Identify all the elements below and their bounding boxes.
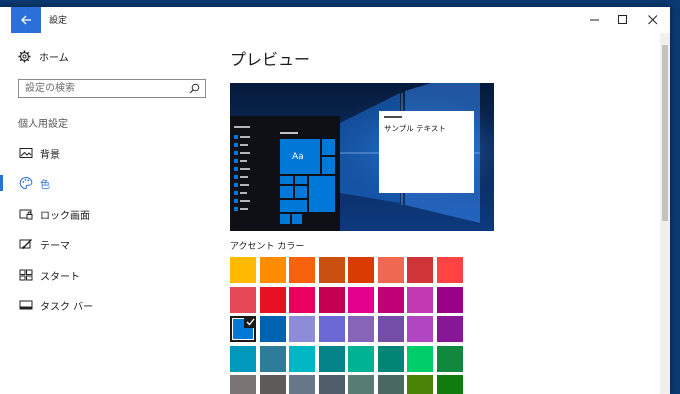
- theme-brush-icon: [19, 239, 32, 250]
- sidebar-item-label: タスク バー: [40, 302, 94, 313]
- color-swatch[interactable]: [289, 257, 315, 283]
- color-swatch[interactable]: [230, 286, 256, 313]
- color-swatch[interactable]: [259, 257, 286, 283]
- color-swatch[interactable]: [407, 375, 433, 394]
- color-swatch[interactable]: [259, 375, 286, 394]
- sidebar-item-colors[interactable]: 色: [0, 171, 215, 195]
- color-swatch[interactable]: [407, 257, 433, 283]
- color-swatch[interactable]: [318, 257, 345, 283]
- color-swatch[interactable]: [230, 316, 256, 342]
- accent-swatch-grid: [230, 257, 463, 394]
- color-swatch[interactable]: [377, 316, 404, 342]
- gear-icon: [18, 50, 31, 63]
- accent-color-label: アクセント カラー: [230, 242, 305, 252]
- color-swatch[interactable]: [348, 257, 374, 283]
- color-swatch[interactable]: [377, 375, 404, 394]
- palette-icon: [19, 176, 33, 190]
- color-swatch[interactable]: [259, 316, 286, 342]
- color-swatch[interactable]: [407, 286, 433, 313]
- color-swatch[interactable]: [436, 345, 463, 372]
- sidebar-item-label: ロック画面: [40, 211, 90, 222]
- sidebar-item-label: スタート: [40, 272, 80, 283]
- scrollbar-thumb[interactable]: [662, 45, 668, 221]
- sidebar-item-taskbar[interactable]: タスク バー: [0, 293, 215, 317]
- window-title: 設定: [49, 16, 68, 26]
- sidebar-item-background[interactable]: 背景: [0, 141, 215, 165]
- sidebar-item-lock-screen[interactable]: ロック画面: [0, 202, 215, 226]
- sidebar-item-start[interactable]: スタート: [0, 263, 215, 287]
- color-swatch[interactable]: [436, 257, 463, 283]
- color-swatch[interactable]: [259, 345, 286, 372]
- close-button[interactable]: [636, 7, 670, 33]
- minimize-icon: [590, 19, 599, 21]
- home-label: ホーム: [39, 53, 69, 64]
- color-swatch[interactable]: [230, 345, 256, 372]
- color-swatch[interactable]: [377, 286, 404, 313]
- sidebar-item-label: 色: [40, 180, 50, 191]
- sidebar-item-label: 背景: [40, 150, 60, 161]
- color-swatch[interactable]: [348, 316, 374, 342]
- color-swatch[interactable]: [318, 375, 345, 394]
- color-swatch[interactable]: [377, 345, 404, 372]
- lock-screen-icon: [19, 209, 33, 220]
- settings-window: 設定 ホーム 設定の検索 個人用設定 背景 色 ロック画面 テーマ スタート タ…: [0, 7, 670, 394]
- color-swatch[interactable]: [318, 286, 345, 313]
- color-swatch[interactable]: [230, 375, 256, 394]
- color-swatch[interactable]: [348, 345, 374, 372]
- sidebar: ホーム 設定の検索 個人用設定 背景 色 ロック画面 テーマ スタート タスク …: [0, 33, 215, 394]
- color-swatch[interactable]: [289, 375, 315, 394]
- title-bar: 設定: [0, 7, 670, 33]
- back-button[interactable]: [11, 7, 41, 33]
- color-swatch[interactable]: [436, 316, 463, 342]
- scrollbar[interactable]: [660, 33, 670, 394]
- color-preview: Aa サンプル テキスト: [230, 83, 494, 231]
- picture-icon: [19, 148, 33, 158]
- color-swatch[interactable]: [407, 345, 433, 372]
- color-swatch[interactable]: [318, 345, 345, 372]
- maximize-icon: [618, 15, 627, 24]
- back-arrow-icon: [20, 15, 31, 25]
- preview-tile-text: Aa: [292, 152, 304, 162]
- start-tiles-icon: [19, 269, 33, 281]
- color-swatch[interactable]: [318, 316, 345, 342]
- color-swatch[interactable]: [436, 286, 463, 313]
- checkmark-icon: [244, 316, 256, 328]
- color-swatch[interactable]: [259, 286, 286, 313]
- sidebar-item-themes[interactable]: テーマ: [0, 232, 215, 256]
- color-swatch[interactable]: [348, 375, 374, 394]
- color-swatch[interactable]: [289, 316, 315, 342]
- color-swatch[interactable]: [436, 375, 463, 394]
- sidebar-item-label: テーマ: [40, 241, 70, 252]
- main-content: プレビュー Aa サンプル テキスト アクセント カラー: [215, 33, 660, 394]
- color-swatch[interactable]: [407, 316, 433, 342]
- selection-indicator: [0, 175, 3, 191]
- maximize-button[interactable]: [606, 7, 640, 33]
- preview-wallpaper: [230, 83, 494, 231]
- taskbar-icon: [19, 300, 33, 310]
- color-swatch[interactable]: [377, 257, 404, 283]
- color-swatch[interactable]: [289, 286, 315, 313]
- home-link[interactable]: ホーム: [18, 49, 69, 64]
- preview-window-text: サンプル テキスト: [384, 124, 446, 133]
- color-swatch[interactable]: [348, 286, 374, 313]
- search-icon[interactable]: [189, 83, 200, 94]
- search-input[interactable]: 設定の検索: [18, 79, 206, 98]
- close-icon: [648, 15, 658, 25]
- group-header: 個人用設定: [18, 119, 68, 130]
- page-title: プレビュー: [230, 50, 311, 69]
- color-swatch[interactable]: [289, 345, 315, 372]
- search-placeholder: 設定の検索: [25, 83, 75, 94]
- color-swatch[interactable]: [230, 257, 256, 283]
